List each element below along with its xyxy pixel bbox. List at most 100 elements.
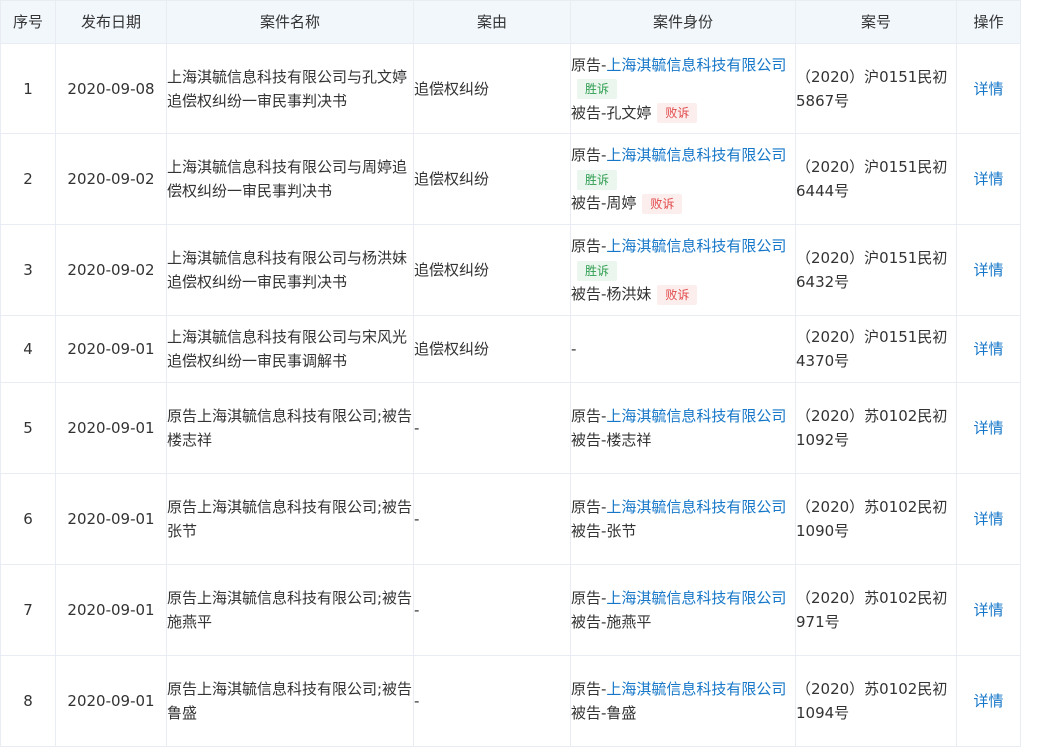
cell-date: 2020-09-01: [55, 315, 167, 383]
table-row: 7 2020-09-01 原告上海淇毓信息科技有限公司;被告施燕平 - 原告-上海淇毓信…: [0, 564, 1021, 656]
defendant-name: 被告-周婷: [571, 194, 637, 212]
win-badge: 胜诉: [577, 260, 618, 281]
table-row: 6 2020-09-01 原告上海淇毓信息科技有限公司;被告张节 - 原告-上海淇毓信息…: [0, 473, 1021, 565]
cell-case-name: 上海淇毓信息科技有限公司与宋风光追偿权纠纷一审民事调解书: [166, 315, 414, 383]
cell-case-name: 上海淇毓信息科技有限公司与杨洪妹追偿权纠纷一审民事判决书: [166, 224, 414, 316]
header-case-name: 案件名称: [166, 0, 414, 44]
win-badge: 胜诉: [577, 79, 618, 99]
detail-link[interactable]: 详情: [973, 170, 1003, 188]
table-row: 2 2020-09-02 上海淇毓信息科技有限公司与周婷追偿权纠纷一审民事判决书 追偿…: [0, 133, 1021, 225]
plaintiff-company-link[interactable]: 上海淇毓信息科技有限公司: [606, 146, 786, 164]
cell-index: 5: [0, 382, 56, 474]
defendant-line: 被告-孔文婷 败诉: [571, 101, 795, 125]
plaintiff-company-link[interactable]: 上海淇毓信息科技有限公司: [606, 680, 786, 698]
plaintiff-line: 原告-上海淇毓信息科技有限公司胜诉: [571, 143, 795, 191]
cell-date: 2020-09-01: [55, 564, 167, 656]
cell-case-role: 原告-上海淇毓信息科技有限公司胜诉被告-周婷 败诉: [570, 133, 796, 225]
cell-case-role: 原告-上海淇毓信息科技有限公司胜诉 被告-孔文婷 败诉: [570, 43, 796, 134]
cell-index: 1: [0, 43, 56, 134]
plaintiff-line: 原告-上海淇毓信息科技有限公司: [571, 495, 795, 519]
detail-link[interactable]: 详情: [973, 261, 1003, 279]
header-case-reason: 案由: [413, 0, 571, 44]
defendant-line: 被告-杨洪妹 败诉: [571, 282, 795, 306]
cell-case-role: -: [570, 315, 796, 383]
detail-link[interactable]: 详情: [973, 510, 1003, 528]
header-date: 发布日期: [55, 0, 167, 44]
cell-action: 详情: [956, 473, 1021, 565]
cell-case-name: 原告上海淇毓信息科技有限公司;被告张节: [166, 473, 414, 565]
lose-badge: 败诉: [657, 284, 698, 305]
cell-case-number: （2020）沪0151民初6432号: [795, 224, 957, 316]
cell-action: 详情: [956, 655, 1021, 747]
plaintiff-prefix: 原告-: [571, 589, 607, 607]
plaintiff-prefix: 原告-: [571, 237, 607, 255]
cell-date: 2020-09-01: [55, 473, 167, 565]
header-index: 序号: [0, 0, 56, 44]
table-row: 8 2020-09-01 原告上海淇毓信息科技有限公司;被告鲁盛 - 原告-上海淇毓信息…: [0, 655, 1021, 747]
defendant-name: 被告-鲁盛: [571, 704, 637, 722]
plaintiff-company-link[interactable]: 上海淇毓信息科技有限公司: [606, 407, 786, 425]
table-row: 5 2020-09-01 原告上海淇毓信息科技有限公司;被告楼志祥 - 原告-上海淇毓信…: [0, 382, 1021, 474]
cell-index: 2: [0, 133, 56, 225]
lose-badge: 败诉: [642, 193, 683, 214]
case-role-empty: -: [571, 340, 577, 358]
detail-link[interactable]: 详情: [973, 80, 1003, 98]
cell-case-number: （2020）苏0102民初1094号: [795, 655, 957, 747]
cell-case-name: 上海淇毓信息科技有限公司与孔文婷追偿权纠纷一审民事判决书: [166, 43, 414, 134]
header-case-number: 案号: [795, 0, 957, 44]
cell-date: 2020-09-02: [55, 224, 167, 316]
defendant-name: 被告-楼志祥: [571, 431, 652, 449]
plaintiff-company-link[interactable]: 上海淇毓信息科技有限公司: [606, 498, 786, 516]
cell-case-reason: -: [413, 564, 571, 656]
cell-case-role: 原告-上海淇毓信息科技有限公司被告-施燕平: [570, 564, 796, 656]
cell-index: 6: [0, 473, 56, 565]
table-row: 1 2020-09-08 上海淇毓信息科技有限公司与孔文婷追偿权纠纷一审民事判决书追…: [0, 43, 1021, 134]
header-action: 操作: [956, 0, 1021, 44]
defendant-line: 被告-楼志祥: [571, 428, 795, 452]
cell-case-number: （2020）苏0102民初1092号: [795, 382, 957, 474]
plaintiff-line: 原告-上海淇毓信息科技有限公司: [571, 677, 795, 701]
detail-link[interactable]: 详情: [973, 340, 1003, 358]
plaintiff-line: 原告-上海淇毓信息科技有限公司: [571, 586, 795, 610]
table-header-row: 序号 发布日期 案件名称 案由 案件身份 案号 操作: [0, 0, 1021, 44]
cell-action: 详情: [956, 382, 1021, 474]
cell-case-name: 上海淇毓信息科技有限公司与周婷追偿权纠纷一审民事判决书: [166, 133, 414, 225]
table-row: 3 2020-09-02 上海淇毓信息科技有限公司与杨洪妹追偿权纠纷一审民事判决书追…: [0, 224, 1021, 316]
plaintiff-company-link[interactable]: 上海淇毓信息科技有限公司: [606, 56, 786, 74]
plaintiff-line: 原告-上海淇毓信息科技有限公司胜诉: [571, 53, 795, 101]
plaintiff-company-link[interactable]: 上海淇毓信息科技有限公司: [606, 237, 786, 255]
cell-case-reason: 追偿权纠纷: [413, 315, 571, 383]
defendant-name: 被告-杨洪妹: [571, 285, 652, 303]
cell-case-number: （2020）沪0151民初4370号: [795, 315, 957, 383]
detail-link[interactable]: 详情: [973, 692, 1003, 710]
cell-date: 2020-09-02: [55, 133, 167, 225]
cell-index: 7: [0, 564, 56, 656]
cell-index: 3: [0, 224, 56, 316]
header-case-role: 案件身份: [570, 0, 796, 44]
cell-index: 8: [0, 655, 56, 747]
case-table: 序号 发布日期 案件名称 案由 案件身份 案号 操作 1 2020-09-08 上海…: [0, 0, 1021, 747]
cell-case-name: 原告上海淇毓信息科技有限公司;被告鲁盛: [166, 655, 414, 747]
detail-link[interactable]: 详情: [973, 601, 1003, 619]
cell-case-reason: -: [413, 655, 571, 747]
cell-case-reason: 追偿权纠纷: [413, 224, 571, 316]
cell-date: 2020-09-01: [55, 655, 167, 747]
plaintiff-prefix: 原告-: [571, 146, 607, 164]
table-row: 4 2020-09-01 上海淇毓信息科技有限公司与宋风光追偿权纠纷一审民事调解书追…: [0, 315, 1021, 383]
cell-index: 4: [0, 315, 56, 383]
cell-case-role: 原告-上海淇毓信息科技有限公司被告-鲁盛: [570, 655, 796, 747]
cell-action: 详情: [956, 315, 1021, 383]
defendant-line: 被告-张节: [571, 519, 795, 543]
cell-action: 详情: [956, 43, 1021, 134]
cell-case-number: （2020）沪0151民初5867号: [795, 43, 957, 134]
cell-case-reason: -: [413, 382, 571, 474]
defendant-name: 被告-施燕平: [571, 613, 652, 631]
defendant-name: 被告-孔文婷: [571, 103, 652, 122]
cell-action: 详情: [956, 564, 1021, 656]
cell-date: 2020-09-01: [55, 382, 167, 474]
cell-case-name: 原告上海淇毓信息科技有限公司;被告楼志祥: [166, 382, 414, 474]
plaintiff-company-link[interactable]: 上海淇毓信息科技有限公司: [606, 589, 786, 607]
cell-case-role: 原告-上海淇毓信息科技有限公司 被告-楼志祥: [570, 382, 796, 474]
cell-case-number: （2020）沪0151民初6444号: [795, 133, 957, 225]
detail-link[interactable]: 详情: [973, 419, 1003, 437]
